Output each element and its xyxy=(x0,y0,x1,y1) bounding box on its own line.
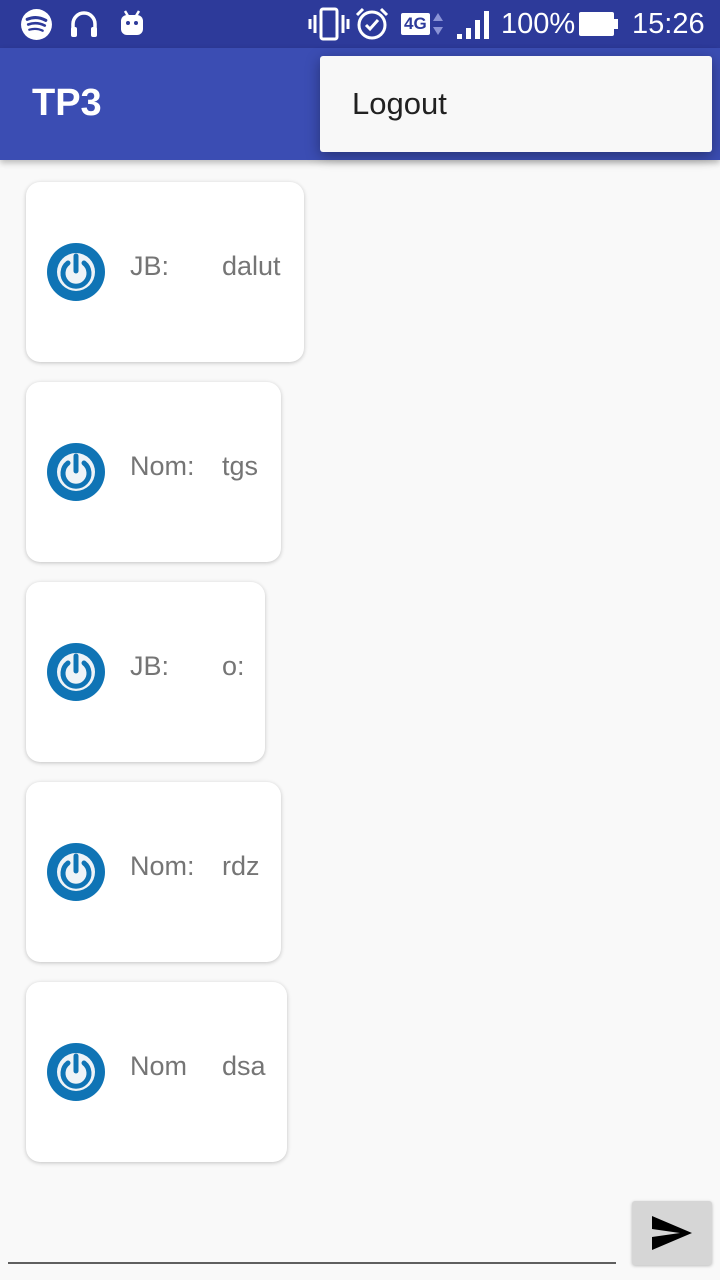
message-text: rdz xyxy=(222,851,260,881)
message-card[interactable]: JB: dalut xyxy=(26,182,304,362)
alarm-icon xyxy=(354,0,390,48)
message-input[interactable] xyxy=(8,1262,616,1264)
message-author: JB: xyxy=(130,251,170,281)
message-author: Nom xyxy=(130,1051,188,1081)
network-4g-label: 4G xyxy=(401,13,430,35)
spotify-icon xyxy=(20,0,53,48)
status-bar: 4G 100% 15:26 xyxy=(0,0,720,48)
headphones-icon xyxy=(68,0,100,48)
message-text: tgs xyxy=(222,451,259,481)
message-text: dalut xyxy=(222,251,281,281)
overflow-menu: Logout xyxy=(320,56,712,152)
message-list[interactable]: JB: dalut Nom: tgs JB: o: Nom: rdz Nom d… xyxy=(0,160,720,1190)
power-icon xyxy=(47,243,105,301)
power-icon xyxy=(47,443,105,501)
message-author: Nom: xyxy=(130,851,195,881)
vibrate-icon xyxy=(308,0,350,48)
send-button[interactable] xyxy=(632,1201,712,1265)
signal-icon xyxy=(456,0,492,48)
power-icon xyxy=(47,643,105,701)
message-card[interactable]: Nom: rdz xyxy=(26,782,281,962)
message-author: JB: xyxy=(130,651,170,681)
message-author: Nom: xyxy=(130,451,195,481)
battery-icon xyxy=(579,0,619,48)
menu-item-logout[interactable]: Logout xyxy=(352,86,447,122)
android-icon xyxy=(118,0,146,48)
clock: 15:26 xyxy=(632,7,705,40)
power-icon xyxy=(47,843,105,901)
message-text: dsa xyxy=(222,1051,266,1081)
message-card[interactable]: JB: o: xyxy=(26,582,265,762)
send-icon xyxy=(652,1216,692,1250)
power-icon xyxy=(47,1043,105,1101)
message-card[interactable]: Nom dsa xyxy=(26,982,287,1162)
battery-percent: 100% xyxy=(501,7,576,40)
message-text: o: xyxy=(222,651,245,681)
message-card[interactable]: Nom: tgs xyxy=(26,382,281,562)
network-4g-icon: 4G xyxy=(401,0,444,48)
app-title: TP3 xyxy=(32,82,102,124)
